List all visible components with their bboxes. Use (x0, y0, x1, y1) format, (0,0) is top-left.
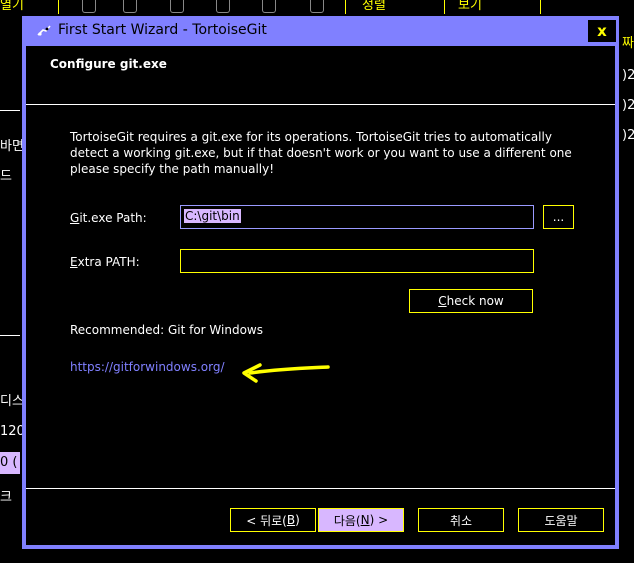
delete-icon[interactable] (310, 0, 324, 13)
cancel-button[interactable]: 취소 (418, 508, 504, 532)
check-now-button[interactable]: Check now (409, 289, 533, 313)
header-separator (26, 104, 615, 105)
rename-icon[interactable] (216, 0, 230, 13)
toolbar-separator (58, 0, 59, 14)
description-text: TortoiseGit requires a git.exe for its o… (70, 130, 572, 176)
menu-view[interactable]: 보기 (458, 0, 482, 13)
background-column-text: )2 (622, 98, 634, 113)
extra-path-input[interactable] (180, 249, 534, 273)
background-divider (0, 335, 20, 336)
background-column-text: )2 (622, 68, 634, 83)
git-for-windows-link[interactable]: https://gitforwindows.org/ (70, 360, 225, 374)
background-divider (0, 110, 20, 111)
back-button[interactable]: < 뒤로(B) (230, 508, 316, 532)
share-icon[interactable] (262, 0, 276, 13)
background-column-text: 짜 (622, 36, 634, 51)
background-selected-item: 0 ( (0, 452, 20, 474)
background-nav-text: 디스 (0, 394, 24, 409)
copy-icon[interactable] (123, 0, 137, 13)
dialog-titlebar[interactable]: First Start Wizard - TortoiseGit x (22, 16, 619, 46)
menu-open[interactable]: 열기 (0, 0, 24, 13)
background-toolbar: 열기 정렬 보기 ··· (0, 0, 634, 15)
recommended-text: Recommended: Git for Windows (70, 323, 263, 337)
toolbar-separator (540, 0, 541, 14)
background-column-text: )2 (622, 128, 634, 143)
extra-path-label: Extra PATH: (70, 255, 140, 269)
close-button[interactable]: x (588, 20, 616, 42)
paste-icon[interactable] (170, 0, 184, 13)
annotation-arrow-icon (242, 363, 330, 383)
more-menu-button[interactable]: ··· (556, 0, 571, 7)
background-nav-text: 크 (0, 490, 12, 505)
toolbar-separator (345, 0, 346, 14)
help-button[interactable]: 도움말 (518, 508, 604, 532)
git-path-value: C:\git\bin (184, 209, 241, 223)
cut-icon[interactable] (82, 0, 96, 13)
background-nav-text: 바면 (0, 139, 24, 154)
browse-button[interactable]: ... (543, 205, 574, 229)
wizard-header: Configure git.exe (26, 46, 615, 104)
background-nav-text: 드 (0, 169, 12, 184)
tortoisegit-icon (37, 25, 51, 36)
git-path-input[interactable]: C:\git\bin (180, 205, 534, 229)
next-button[interactable]: 다음(N) > (318, 508, 404, 532)
dialog-client-area: Configure git.exe TortoiseGit requires a… (26, 46, 615, 545)
menu-sort[interactable]: 정렬 (362, 0, 386, 13)
footer-separator (26, 488, 615, 489)
toolbar-separator (444, 0, 445, 14)
page-title: Configure git.exe (50, 57, 167, 71)
close-icon: x (597, 22, 607, 40)
git-path-label: Git.exe Path: (70, 211, 147, 225)
dialog-title: First Start Wizard - TortoiseGit (58, 22, 267, 38)
first-start-wizard-dialog: First Start Wizard - TortoiseGit x Confi… (22, 16, 619, 549)
